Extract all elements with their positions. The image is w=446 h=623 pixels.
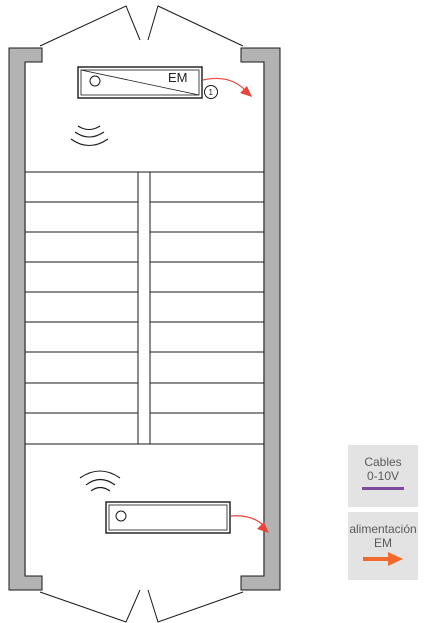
legend-cables-0-10v: Cables 0-10V	[348, 445, 418, 507]
callout-badge: 1	[204, 85, 218, 99]
legend-power-title: alimentación	[349, 522, 417, 536]
wall-right	[240, 47, 281, 591]
fixture-em-label: EM	[168, 70, 188, 85]
stair-divider	[137, 172, 151, 444]
callout-number: 1	[209, 88, 214, 97]
legend-power-subtitle: EM	[374, 536, 392, 550]
legend-power-em: alimentación EM	[348, 512, 418, 580]
purple-cable-line-icon	[362, 487, 404, 490]
em-fixture-bottom	[105, 501, 231, 534]
orange-arrow-icon	[363, 552, 403, 566]
bottom-door-lines	[39, 589, 244, 623]
stair-steps	[25, 201, 264, 414]
wireless-sensor-icon	[70, 125, 109, 147]
wireless-sensor-icon	[79, 470, 121, 492]
top-door-lines	[39, 5, 244, 47]
legend-cables-title: Cables	[364, 455, 402, 469]
power-arrow-bottom	[230, 515, 269, 533]
legend-cables-subtitle: 0-10V	[366, 469, 400, 483]
em-fixture-top: EM	[77, 66, 203, 99]
wall-left	[8, 47, 43, 591]
